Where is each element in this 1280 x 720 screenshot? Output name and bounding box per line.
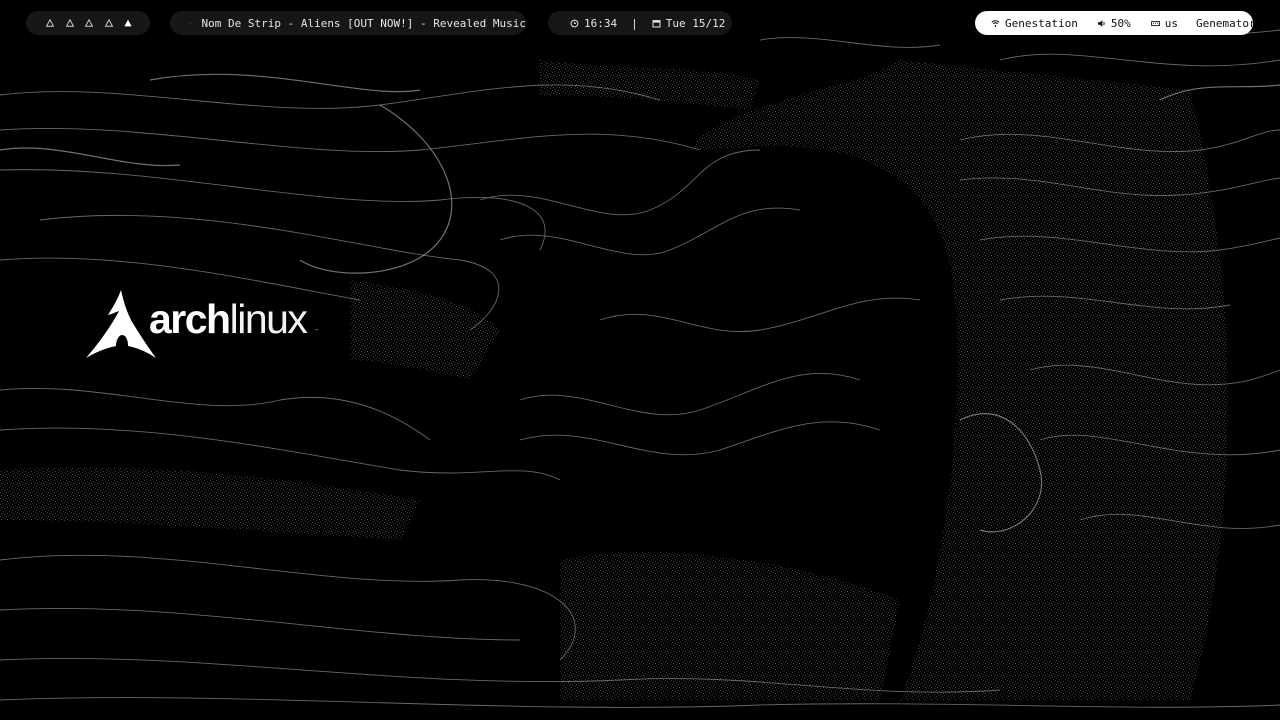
clock-separator: |: [631, 16, 638, 30]
calendar-icon: [652, 19, 661, 28]
workspace-1-triangle-icon[interactable]: [46, 19, 54, 27]
volume-indicator[interactable]: 50%: [1097, 17, 1131, 30]
wifi-icon: [991, 19, 1000, 27]
clock-module[interactable]: 16:34 | Tue 15/12: [548, 11, 732, 35]
workspace-3-triangle-icon[interactable]: [85, 19, 93, 27]
arch-linux-wordmark: archlinux: [149, 293, 308, 345]
network-indicator[interactable]: Genestation: [991, 17, 1078, 30]
speaker-icon: [1097, 19, 1105, 27]
keyboard-layout-indicator[interactable]: us: [1150, 16, 1178, 30]
volume-level: 50%: [1110, 16, 1131, 30]
user-name[interactable]: Genemator: [1196, 17, 1256, 30]
trademark-symbol: ™: [315, 328, 319, 333]
wordmark-linux: linux: [229, 296, 308, 342]
wordmark-arch: arch: [149, 296, 231, 342]
system-status-module: Genestation 50% us Genemator: [975, 11, 1256, 35]
music-note-icon: [190, 22, 192, 24]
keyboard-icon: [1150, 20, 1160, 26]
workspace-switcher: [26, 11, 150, 35]
arch-linux-logo-icon: [86, 290, 156, 358]
workspace-5-active-triangle-icon[interactable]: [124, 19, 132, 27]
media-player-module[interactable]: Nom De Strip - Aliens [OUT NOW!] - Revea…: [170, 11, 526, 35]
workspace-4-triangle-icon[interactable]: [104, 19, 113, 27]
now-playing-text: Nom De Strip - Aliens [OUT NOW!] - Revea…: [201, 16, 526, 30]
clock-time: 16:34: [584, 16, 618, 30]
desktop-wallpaper: [0, 0, 1280, 720]
clock-date: Tue 15/12: [665, 16, 726, 30]
keyboard-layout: us: [1164, 16, 1178, 30]
network-name: Genestation: [1005, 16, 1078, 30]
clock-icon: [570, 19, 579, 27]
arch-linux-logo: archlinux ™: [86, 288, 326, 360]
workspace-2-triangle-icon[interactable]: [65, 19, 74, 27]
